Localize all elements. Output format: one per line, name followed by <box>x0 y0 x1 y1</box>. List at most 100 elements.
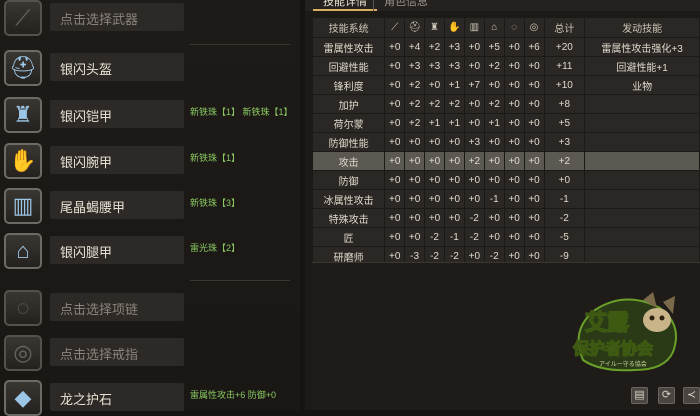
helmet-icon[interactable]: ⛑ <box>4 50 42 86</box>
equipment-slot[interactable]: ✋ 银闪腕甲 新铁珠【1】 <box>4 143 294 179</box>
divider <box>190 280 290 281</box>
skill-name: 防御性能 <box>313 133 385 151</box>
chest-armor-icon[interactable]: ♜ <box>4 97 42 133</box>
skill-value: +0 <box>444 152 464 170</box>
skill-value: +0 <box>385 228 405 246</box>
skill-value: +0 <box>385 209 405 227</box>
save-button[interactable]: ▤ <box>631 387 648 404</box>
equipment-slot[interactable]: ◌ 点击选择项链 <box>4 290 294 326</box>
table-row[interactable]: 防御 +0 +0 +0 +0 +0 +0 +0 +0 +0 <box>313 171 699 189</box>
weapon-icon[interactable]: ⟋ <box>4 0 42 36</box>
skill-value: +3 <box>444 38 464 56</box>
skill-value: +1 <box>425 114 444 132</box>
skill-value: +3 <box>444 57 464 75</box>
equipment-slot[interactable]: ⛑ 银闪头盔 <box>4 50 294 86</box>
skill-value: +0 <box>444 190 464 208</box>
refresh-button[interactable]: ⟳ <box>658 387 675 404</box>
skill-value: -2 <box>425 228 444 246</box>
equipment-name[interactable]: 银闪铠甲 <box>50 100 184 128</box>
skill-total: +11 <box>544 57 585 75</box>
gauntlet-icon[interactable]: ✋ <box>4 143 42 179</box>
skill-table: 技能系统 ⟋ ⛑ ♜ ✋ ▥ ⌂ ◌ ◎ 总计 发动技能 雷属性攻击 +0 +4 +2 +3 +0 +5 +0 +… <box>312 17 700 266</box>
table-row[interactable]: 锋利度 +0 +2 +0 +1 +7 +0 +0 +0 +10 业物 <box>313 76 699 94</box>
skill-value: +3 <box>405 57 425 75</box>
skill-value: +2 <box>405 114 425 132</box>
equipment-slot[interactable]: ◆ 龙之护石 雷属性攻击+6 防御+0 <box>4 380 294 416</box>
equipment-name[interactable]: 银闪腿甲 <box>50 236 184 264</box>
skill-total: -2 <box>544 209 585 227</box>
skill-value: +0 <box>405 228 425 246</box>
charm-icon[interactable]: ◆ <box>4 380 42 416</box>
leg-armor-icon[interactable]: ⌂ <box>4 233 42 269</box>
table-row[interactable]: 加护 +0 +2 +2 +2 +0 +2 +0 +0 +8 <box>313 95 699 113</box>
skill-value: +0 <box>524 209 544 227</box>
equipment-slot[interactable]: ◎ 点击选择戒指 <box>4 335 294 371</box>
divider <box>190 44 290 45</box>
equipment-name[interactable]: 点击选择戒指 <box>50 338 184 366</box>
header-total: 总计 <box>544 18 585 37</box>
leg-armor-icon: ⌂ <box>484 18 504 37</box>
ring-icon: ◎ <box>524 18 544 37</box>
equipment-name[interactable]: 点击选择项链 <box>50 293 184 321</box>
skill-value: +0 <box>405 171 425 189</box>
skill-name: 锋利度 <box>313 76 385 94</box>
skill-value: +0 <box>425 190 444 208</box>
skill-total: +5 <box>544 114 585 132</box>
tab-character-info[interactable]: 角色信息 <box>373 0 438 11</box>
skill-name: 回避性能 <box>313 57 385 75</box>
skill-value: +0 <box>504 209 524 227</box>
skill-name: 防御 <box>313 171 385 189</box>
skill-total: -5 <box>544 228 585 246</box>
table-row[interactable]: 攻击 +0 +0 +0 +0 +2 +0 +0 +0 +2 <box>313 152 699 170</box>
necklace-icon[interactable]: ◌ <box>4 290 42 326</box>
share-button[interactable]: ≺ <box>683 387 700 404</box>
ring-icon[interactable]: ◎ <box>4 335 42 371</box>
waist-armor-icon[interactable]: ▥ <box>4 188 42 224</box>
equipment-name[interactable]: 银闪腕甲 <box>50 146 184 174</box>
equipment-panel: ⟋ 点击选择武器 ⛑ 银闪头盔 ♜ 银闪铠甲 新铁珠【1】 新铁珠【1】 ✋ 银闪腕甲 新铁珠【1… <box>0 0 300 416</box>
skill-value: +0 <box>524 152 544 170</box>
skill-value: +0 <box>504 152 524 170</box>
skill-value: +2 <box>425 95 444 113</box>
skill-name: 冰属性攻击 <box>313 190 385 208</box>
equipment-name[interactable]: 尾晶蝎腰甲 <box>50 191 184 219</box>
equipment-name[interactable]: 龙之护石 <box>50 383 184 411</box>
skill-value: +0 <box>425 152 444 170</box>
table-row[interactable]: 冰属性攻击 +0 +0 +0 +0 +0 -1 +0 +0 -1 <box>313 190 699 208</box>
skill-value: +0 <box>425 76 444 94</box>
skill-value: +0 <box>385 57 405 75</box>
gauntlet-icon: ✋ <box>444 18 464 37</box>
table-row[interactable]: 回避性能 +0 +3 +3 +3 +0 +2 +0 +0 +11 回避性能+1 <box>313 57 699 75</box>
skill-value: +0 <box>464 95 484 113</box>
skill-total: +3 <box>544 133 585 151</box>
skill-value: +0 <box>504 95 524 113</box>
skill-value: +2 <box>405 76 425 94</box>
skill-value: +0 <box>524 114 544 132</box>
equipment-name[interactable]: 银闪头盔 <box>50 53 184 81</box>
skill-total: -1 <box>544 190 585 208</box>
equipment-slot[interactable]: ⌂ 银闪腿甲 雷光珠【2】 <box>4 233 294 269</box>
table-row[interactable]: 荷尔蒙 +0 +2 +1 +1 +0 +1 +0 +0 +5 <box>313 114 699 132</box>
skill-value: +7 <box>464 76 484 94</box>
skill-value: +0 <box>464 171 484 189</box>
table-row[interactable]: 雷属性攻击 +0 +4 +2 +3 +0 +5 +0 +6 +20 雷属性攻击强化+3 <box>313 38 699 56</box>
skill-value: +0 <box>484 133 504 151</box>
tab-skill-details[interactable]: 技能详情 <box>313 0 377 11</box>
equipment-slot[interactable]: ⟋ 点击选择武器 <box>4 0 294 36</box>
activated-skill <box>585 152 699 170</box>
equipment-name[interactable]: 点击选择武器 <box>50 3 184 31</box>
skill-value: +0 <box>504 228 524 246</box>
table-row[interactable]: 匠 +0 +0 -2 -1 -2 +0 +0 +0 -5 <box>313 228 699 246</box>
skill-value: +1 <box>484 114 504 132</box>
table-row[interactable]: 特殊攻击 +0 +0 +0 +0 -2 +0 +0 +0 -2 <box>313 209 699 227</box>
activated-skill <box>585 209 699 227</box>
skill-value: +0 <box>385 171 405 189</box>
equipment-slot[interactable]: ♜ 银闪铠甲 新铁珠【1】 新铁珠【1】 <box>4 97 294 133</box>
skill-total: +10 <box>544 76 585 94</box>
equipment-slot[interactable]: ▥ 尾晶蝎腰甲 新铁珠【3】 <box>4 188 294 224</box>
skill-value: +0 <box>385 133 405 151</box>
weapon-icon: ⟋ <box>385 18 405 37</box>
skill-value: +0 <box>524 133 544 151</box>
table-row[interactable]: 防御性能 +0 +0 +0 +0 +3 +0 +0 +0 +3 <box>313 133 699 151</box>
necklace-icon: ◌ <box>504 18 524 37</box>
